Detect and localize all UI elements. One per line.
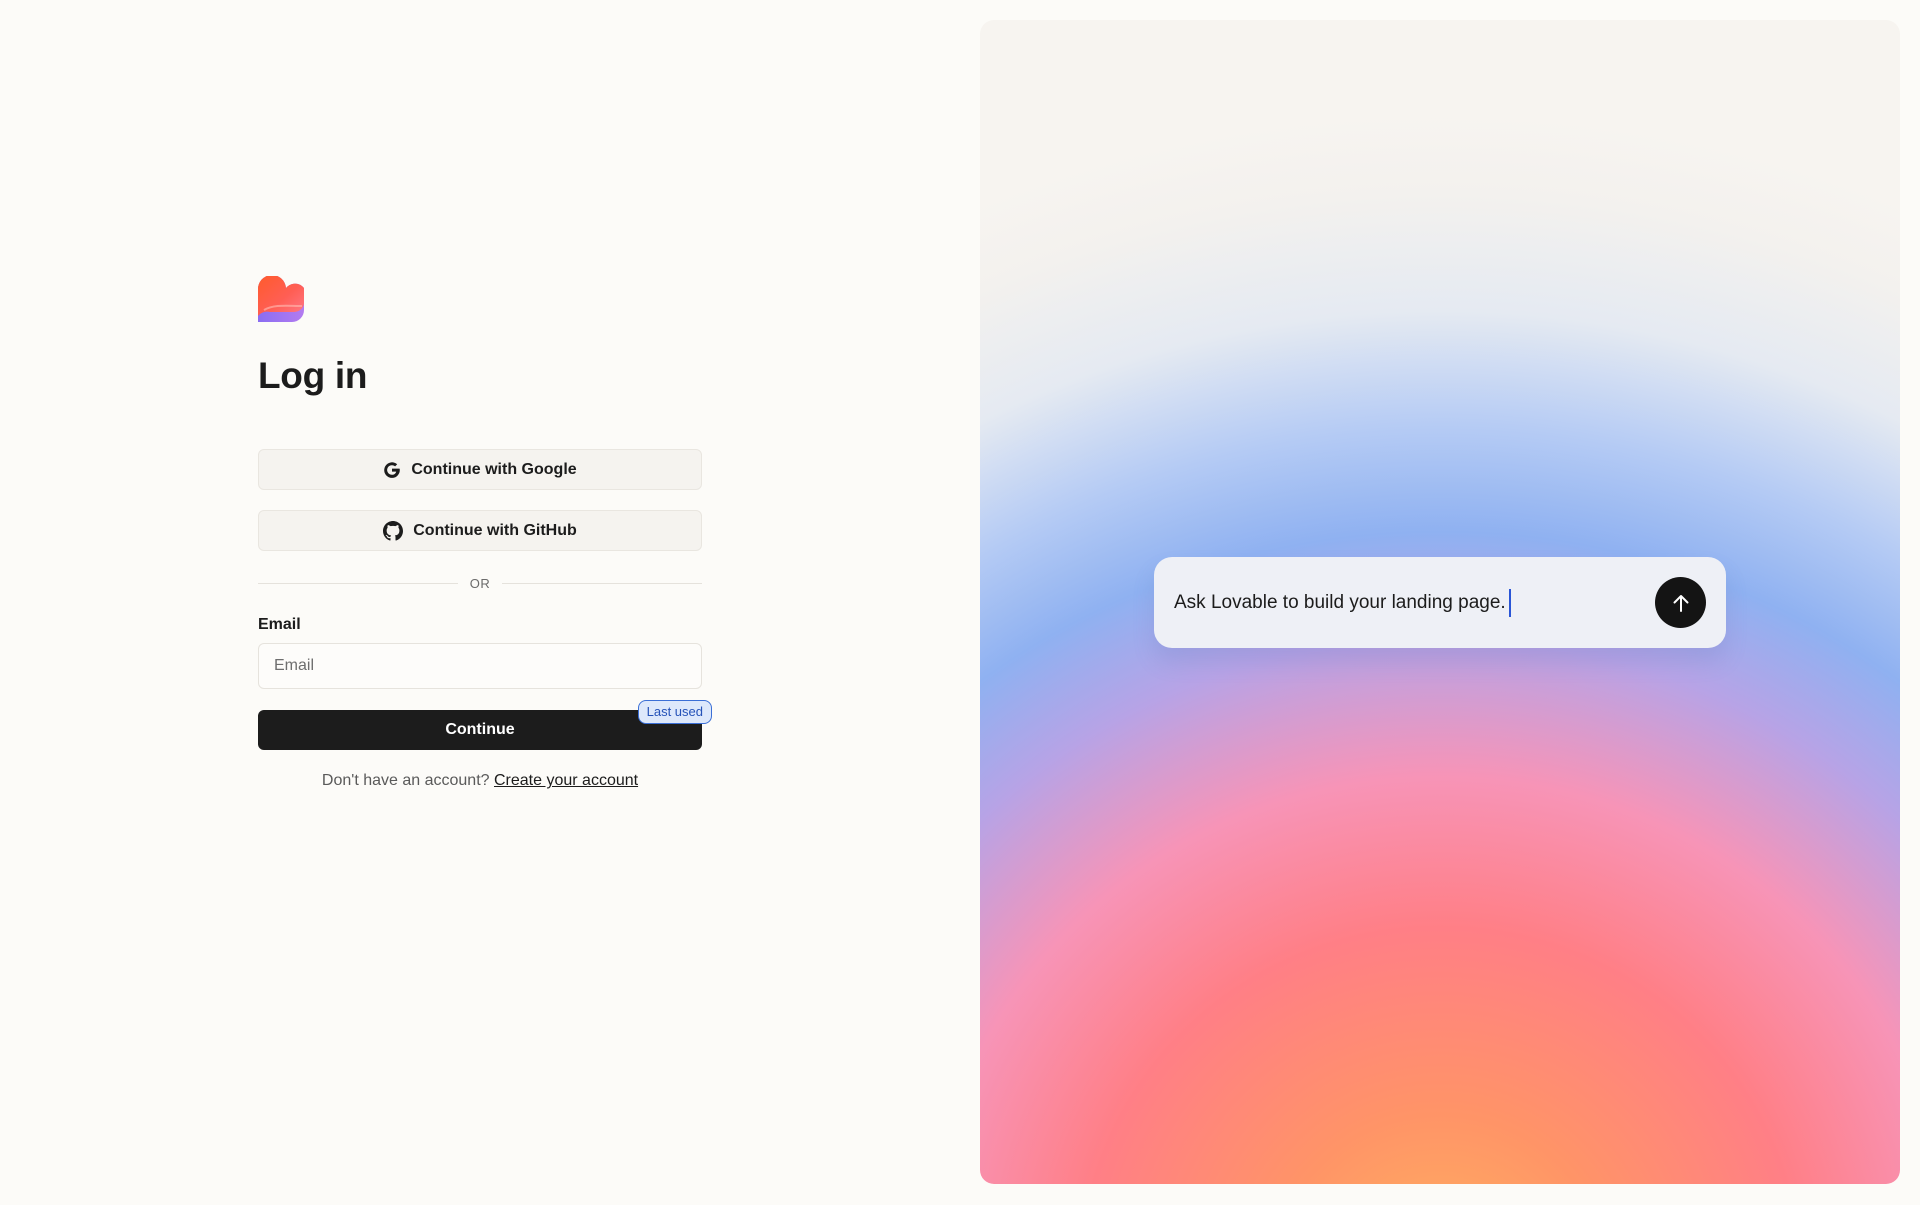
lovable-logo bbox=[258, 276, 304, 322]
github-button-label: Continue with GitHub bbox=[413, 521, 577, 539]
login-page: Log in Continue with Google Continue wit… bbox=[0, 0, 1920, 1205]
email-label: Email bbox=[258, 616, 301, 634]
prompt-text: Ask Lovable to build your landing page. bbox=[1174, 588, 1511, 617]
divider-text: OR bbox=[469, 575, 491, 591]
continue-with-github-button[interactable]: Continue with GitHub bbox=[258, 510, 702, 552]
continue-with-google-button[interactable]: Continue with Google bbox=[258, 449, 702, 491]
email-field[interactable] bbox=[258, 643, 702, 690]
divider-line-right bbox=[502, 582, 702, 584]
google-button-label: Continue with Google bbox=[411, 460, 577, 478]
signup-prompt-text: Don't have an account? bbox=[321, 772, 490, 790]
text-caret bbox=[1508, 588, 1511, 617]
login-panel: Log in Continue with Google Continue wit… bbox=[258, 276, 712, 790]
signup-prompt: Don't have an account? Create your accou… bbox=[258, 772, 702, 790]
page-title: Log in bbox=[258, 355, 368, 396]
divider-line-left bbox=[258, 582, 458, 584]
send-button[interactable] bbox=[1655, 577, 1706, 628]
continue-wrapper: Continue Last used bbox=[258, 700, 712, 751]
github-icon bbox=[383, 520, 404, 541]
prompt-box[interactable]: Ask Lovable to build your landing page. bbox=[1154, 557, 1726, 648]
continue-button[interactable]: Continue bbox=[258, 710, 702, 751]
prompt-text-value: Ask Lovable to build your landing page. bbox=[1174, 591, 1506, 613]
last-used-badge: Last used bbox=[637, 700, 712, 725]
create-account-link[interactable]: Create your account bbox=[494, 772, 638, 789]
hero-gradient-panel: Ask Lovable to build your landing page. bbox=[980, 20, 1900, 1184]
or-divider: OR bbox=[258, 573, 702, 593]
google-icon bbox=[384, 462, 401, 478]
arrow-up-icon bbox=[1673, 594, 1688, 612]
